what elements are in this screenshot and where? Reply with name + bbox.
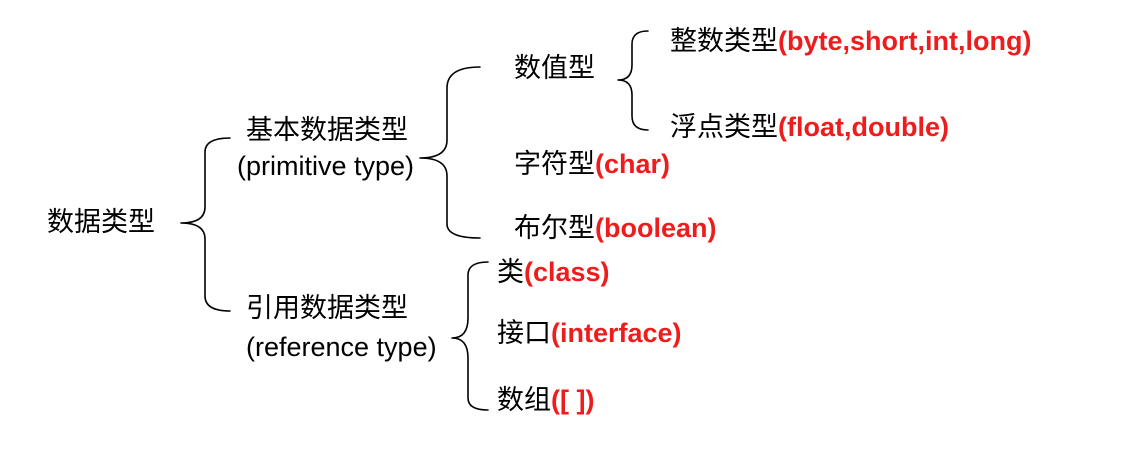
float-keywords: (float,double) [778,112,949,142]
array-label: 数组 [497,385,551,416]
float-label: 浮点类型 [670,112,778,143]
root-bracket [180,137,231,312]
boolean-keyword: (boolean) [595,213,717,243]
integer-label: 整数类型 [670,26,778,57]
interface-label: 接口 [497,318,551,349]
float-type-row: 浮点类型(float,double) [670,112,949,143]
char-keyword: (char) [595,149,671,179]
primitive-sublabel: (primitive type) [237,151,415,181]
numeric-bracket [617,30,649,131]
integer-type-row: 整数类型(byte,short,int,long) [670,26,1032,57]
class-type-row: 类(class) [497,257,610,288]
interface-keyword: (interface) [551,318,682,348]
interface-type-row: 接口(interface) [497,318,682,349]
primitive-bracket [419,66,481,239]
char-type-row: 字符型(char) [514,149,671,180]
data-type-diagram: 数据类型 基本数据类型 (primitive type) 数值型 整数类型(by… [0,0,1136,450]
reference-label: 引用数据类型 [246,293,408,324]
array-type-row: 数组([ ]) [497,385,595,416]
root-label: 数据类型 [47,207,155,238]
class-label: 类 [497,257,524,288]
integer-keywords: (byte,short,int,long) [778,26,1032,56]
char-label: 字符型 [514,149,595,180]
reference-sublabel: (reference type) [246,332,437,362]
numeric-label: 数值型 [514,53,595,84]
boolean-type-row: 布尔型(boolean) [514,213,717,244]
boolean-label: 布尔型 [514,213,595,244]
array-keyword: ([ ]) [551,385,595,415]
class-keyword: (class) [524,257,610,287]
reference-bracket [451,261,489,411]
primitive-label: 基本数据类型 [246,115,408,146]
